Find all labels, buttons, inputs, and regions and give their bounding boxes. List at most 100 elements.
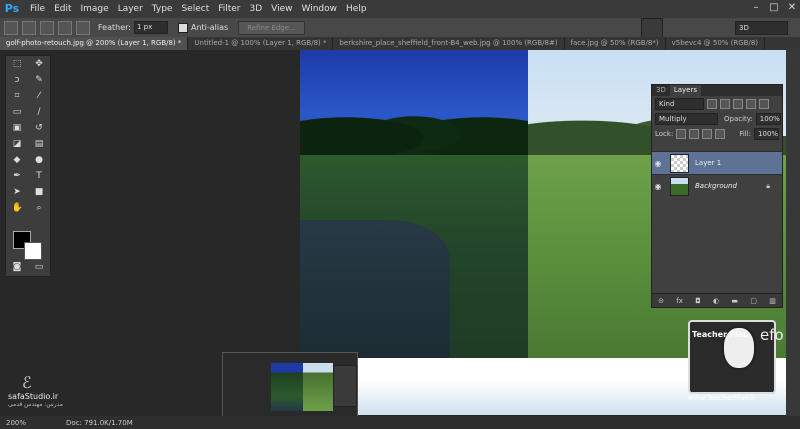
- visibility-eye-icon[interactable]: ◉: [652, 159, 664, 168]
- lock-position-icon[interactable]: [702, 128, 713, 139]
- menu-filter[interactable]: Filter: [218, 4, 240, 14]
- crop-tool-icon[interactable]: ⌗: [12, 91, 23, 102]
- adjustment-filter-icon[interactable]: [720, 98, 730, 109]
- close-button[interactable]: ✕: [786, 1, 798, 15]
- new-selection-icon[interactable]: [22, 20, 36, 35]
- tab-v5bevc4[interactable]: v5bevc4 @ 50% (RGB/8): [666, 37, 766, 50]
- fill-label: Fill:: [739, 129, 752, 138]
- path-select-tool-icon[interactable]: ➤: [12, 187, 23, 198]
- mask-icon[interactable]: ◘: [695, 297, 701, 305]
- dodge-tool-icon[interactable]: ●: [34, 155, 45, 166]
- tools-panel: ⬚ ✥ ↄ ✎ ⌗ ⁄ ▭ ∕ ▣ ↺ ◪ ▤ ◆ ● ✒ T ➤ ■ ✋ ⌕ ◙ ▭: [5, 55, 51, 277]
- pixel-filter-icon[interactable]: [707, 98, 717, 109]
- menu-image[interactable]: Image: [81, 4, 109, 14]
- healing-tool-icon[interactable]: ▭: [12, 107, 23, 118]
- fill-input[interactable]: 100%: [754, 127, 780, 140]
- lock-label: Lock:: [655, 129, 674, 138]
- gradient-tool-icon[interactable]: ▤: [34, 139, 45, 150]
- menu-edit[interactable]: Edit: [54, 4, 71, 14]
- pen-tool-icon[interactable]: ✒: [12, 171, 23, 182]
- watermark-efo-text: efo: [760, 326, 784, 344]
- watermark-teacherman: Teacher Man efo www.TeacherMan.ir: [682, 312, 784, 412]
- watermark-site-text: safaStudio.ir: [8, 392, 59, 401]
- navigator-mini-layers: [333, 365, 357, 407]
- layer-row-background[interactable]: ◉ Background 🔒︎: [652, 174, 782, 197]
- lasso-tool-icon[interactable]: ↄ: [12, 75, 23, 86]
- options-bar: Feather: 1 px Anti-alias Refine Edge... …: [0, 18, 800, 38]
- quick-mask-icon[interactable]: ◙: [12, 262, 23, 273]
- eraser-tool-icon[interactable]: ◪: [12, 139, 23, 150]
- layer-lock-icon: 🔒︎: [766, 181, 770, 190]
- menu-layer[interactable]: Layer: [118, 4, 143, 14]
- marquee-tool-icon[interactable]: ⬚: [12, 59, 23, 70]
- refine-edge-button[interactable]: Refine Edge...: [238, 20, 305, 35]
- feather-input[interactable]: 1 px: [133, 21, 168, 34]
- tab-3d[interactable]: 3D: [652, 85, 670, 96]
- maximize-button[interactable]: □: [768, 1, 780, 15]
- minimize-button[interactable]: –: [750, 1, 762, 15]
- smart-object-filter-icon[interactable]: [759, 98, 769, 109]
- blend-mode-select[interactable]: Multiply: [655, 112, 718, 125]
- lock-image-icon[interactable]: [689, 128, 700, 139]
- menu-help[interactable]: Help: [346, 4, 367, 14]
- document-size: Doc: 791.0K/1.70M: [66, 418, 133, 427]
- screen-mode-icon[interactable]: ▭: [34, 262, 45, 273]
- blur-tool-icon[interactable]: ◆: [12, 155, 23, 166]
- lasso-tool-preset-icon[interactable]: [4, 20, 18, 35]
- status-bar: 200% Doc: 791.0K/1.70M: [0, 416, 800, 429]
- hand-tool-icon[interactable]: ✋: [12, 203, 23, 214]
- zoom-tool-icon[interactable]: ⌕: [34, 203, 45, 214]
- menu-3d[interactable]: 3D: [250, 4, 263, 14]
- tab-layers[interactable]: Layers: [669, 85, 702, 96]
- menu-type[interactable]: Type: [152, 4, 173, 14]
- feather-label: Feather:: [98, 23, 131, 32]
- type-tool-icon[interactable]: T: [34, 171, 45, 182]
- zoom-level[interactable]: 200%: [6, 419, 26, 427]
- link-icon[interactable]: ⊝: [658, 297, 664, 305]
- trash-icon[interactable]: ▥: [769, 297, 776, 305]
- tab-berkshire[interactable]: berkshire_place_sheffield_front-B4_web.j…: [333, 37, 565, 50]
- clone-stamp-tool-icon[interactable]: ▣: [12, 123, 23, 134]
- menu-window[interactable]: Window: [302, 4, 338, 14]
- layer-row-layer1[interactable]: ◉ Layer 1: [652, 151, 782, 174]
- lock-all-icon[interactable]: [715, 128, 726, 139]
- quick-select-tool-icon[interactable]: ✎: [34, 75, 45, 86]
- history-brush-tool-icon[interactable]: ↺: [34, 123, 45, 134]
- visibility-eye-icon[interactable]: ◉: [652, 182, 664, 191]
- move-tool-icon[interactable]: ✥: [34, 59, 45, 70]
- workspace-select[interactable]: 3D: [735, 21, 788, 35]
- tab-untitled[interactable]: Untitled-1 @ 100% (Layer 1, RGB/8) *: [188, 37, 334, 50]
- tab-golf-photo[interactable]: golf-photo-retouch.jpg @ 200% (Layer 1, …: [0, 37, 189, 50]
- lock-row: Lock: Fill: 100%: [652, 126, 782, 141]
- adjustment-icon[interactable]: ◐: [713, 297, 719, 305]
- menu-select[interactable]: Select: [181, 4, 209, 14]
- shape-filter-icon[interactable]: [746, 98, 756, 109]
- menu-view[interactable]: View: [271, 4, 292, 14]
- opacity-input[interactable]: 100%: [755, 112, 781, 125]
- watermark-tag-text: Teacher Man: [692, 330, 749, 339]
- add-selection-icon[interactable]: [40, 20, 54, 35]
- lock-transparent-icon[interactable]: [676, 128, 687, 139]
- navigator-thumb-left: [271, 363, 303, 411]
- folder-icon[interactable]: ▬: [731, 297, 738, 305]
- antialias-checkbox[interactable]: [177, 22, 188, 33]
- background-color-swatch[interactable]: [24, 242, 42, 260]
- layer-name: Background: [695, 182, 737, 190]
- new-layer-icon[interactable]: ▢: [750, 297, 757, 305]
- kind-filter-select[interactable]: Kind: [655, 97, 704, 110]
- vertical-scrollbar[interactable]: [786, 48, 800, 418]
- menu-bar: Ps File Edit Image Layer Type Select Fil…: [0, 0, 800, 18]
- navigator-preview[interactable]: [222, 352, 358, 418]
- type-filter-icon[interactable]: [733, 98, 743, 109]
- subtract-selection-icon[interactable]: [58, 20, 72, 35]
- eyedropper-tool-icon[interactable]: ⁄: [34, 91, 45, 102]
- fx-icon[interactable]: fx: [676, 297, 683, 305]
- safastudio-logo: ℰ: [22, 373, 32, 392]
- intersect-selection-icon[interactable]: [76, 20, 90, 35]
- brush-tool-icon[interactable]: ∕: [34, 107, 45, 118]
- menu-file[interactable]: File: [30, 4, 45, 14]
- document-tabs: golf-photo-retouch.jpg @ 200% (Layer 1, …: [0, 37, 800, 50]
- tab-face[interactable]: face.jpg @ 50% (RGB/8*): [565, 37, 666, 50]
- layers-panel: 3D Layers Kind Multiply Opacity: 100% Lo…: [651, 84, 783, 308]
- shape-tool-icon[interactable]: ■: [34, 187, 45, 198]
